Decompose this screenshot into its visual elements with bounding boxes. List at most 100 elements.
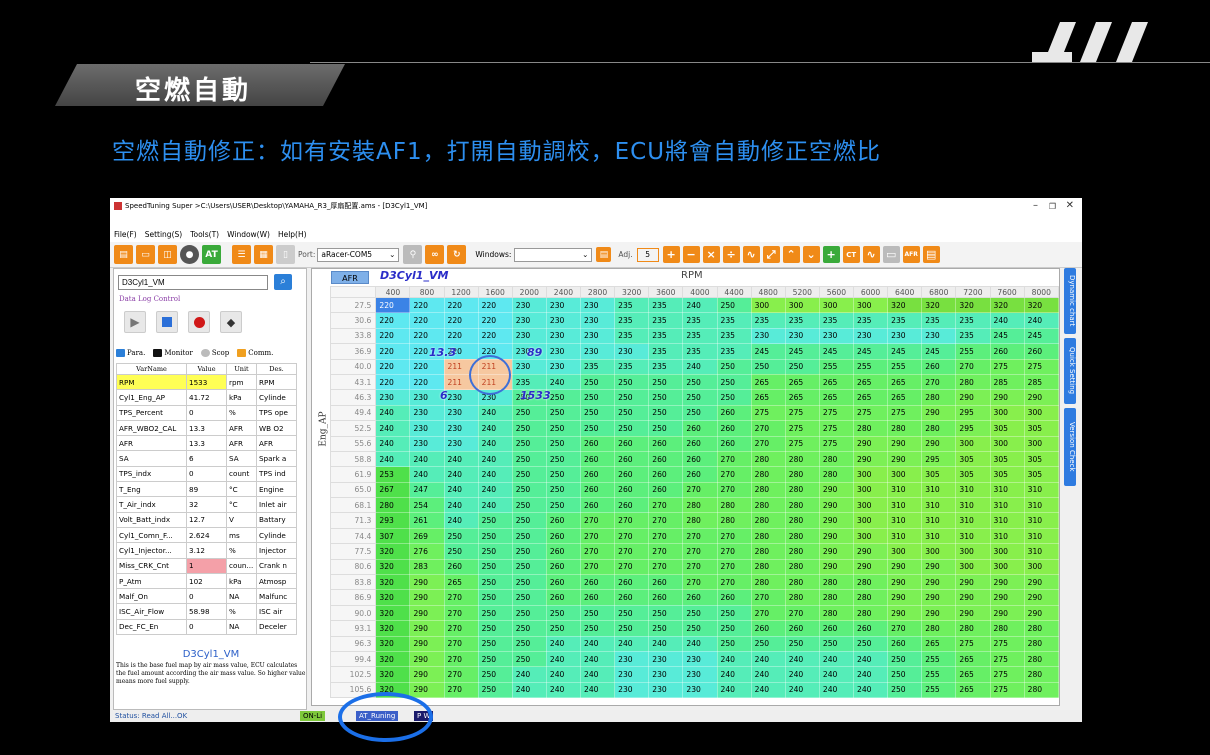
map-cell[interactable]: 310: [955, 512, 991, 529]
map-cell[interactable]: 275: [955, 636, 991, 652]
map-cell[interactable]: 270: [921, 374, 957, 391]
map-cell[interactable]: 310: [921, 497, 957, 514]
side-tab-dynamic-chart[interactable]: Dynamic chart: [1064, 268, 1076, 334]
map-cell[interactable]: 280: [1024, 620, 1059, 637]
map-cell[interactable]: 240: [717, 666, 752, 683]
map-cell[interactable]: 260: [1024, 343, 1059, 360]
map-cell[interactable]: 260: [648, 589, 684, 606]
map-cell[interactable]: 220: [444, 297, 479, 314]
map-cell[interactable]: 250: [614, 405, 650, 422]
col-desc[interactable]: Des.: [256, 363, 297, 375]
map-cell[interactable]: 250: [546, 436, 582, 452]
map-cell[interactable]: 310: [1024, 528, 1059, 545]
map-cell[interactable]: 235: [921, 312, 957, 329]
map-cell[interactable]: 250: [819, 636, 855, 652]
map-cell[interactable]: 245: [819, 343, 855, 360]
refresh-icon[interactable]: ↻: [447, 245, 467, 264]
map-cell[interactable]: 250: [546, 389, 582, 406]
map-cell[interactable]: 310: [955, 482, 991, 499]
list-icon[interactable]: ☰: [232, 245, 251, 264]
map-cell[interactable]: 290: [819, 559, 855, 576]
map-cell[interactable]: 230: [580, 297, 616, 314]
map-cell[interactable]: 235: [648, 297, 684, 314]
map-cell[interactable]: 310: [921, 482, 957, 499]
map-cell[interactable]: 250: [682, 605, 718, 622]
map-cell[interactable]: 250: [546, 605, 582, 622]
map-cell[interactable]: 260: [580, 482, 616, 499]
map-cell[interactable]: 320: [990, 297, 1025, 314]
map-cell[interactable]: 250: [580, 420, 616, 437]
map-cell[interactable]: 250: [751, 636, 786, 652]
record-button[interactable]: [188, 311, 210, 333]
map-cell[interactable]: 290: [853, 436, 889, 452]
map-cell[interactable]: 290: [921, 436, 957, 452]
map-cell[interactable]: 305: [955, 466, 991, 483]
map-cell[interactable]: 295: [955, 405, 991, 422]
map-cell[interactable]: 280: [682, 497, 718, 514]
map-cell[interactable]: 270: [580, 512, 616, 529]
map-cell[interactable]: 250: [478, 559, 513, 576]
map-cell[interactable]: 260: [580, 589, 616, 606]
map-cell[interactable]: 240: [819, 666, 855, 683]
map-cell[interactable]: 250: [478, 589, 513, 606]
play-button[interactable]: ▶: [124, 311, 146, 333]
map-cell[interactable]: 250: [614, 374, 650, 391]
map-cell[interactable]: 280: [819, 466, 855, 483]
map-cell[interactable]: 265: [751, 389, 786, 406]
map-cell[interactable]: 310: [955, 528, 991, 545]
map-cell[interactable]: 305: [955, 451, 991, 468]
map-cell[interactable]: 250: [512, 589, 547, 606]
map-cell[interactable]: 220: [409, 328, 445, 345]
map-cell[interactable]: 265: [819, 389, 855, 406]
map-cell[interactable]: 260: [580, 466, 616, 483]
map-cell[interactable]: 300: [853, 482, 889, 499]
map-cell[interactable]: 300: [887, 543, 923, 560]
map-cell[interactable]: 280: [785, 482, 820, 499]
map-cell[interactable]: 240: [614, 636, 650, 652]
map-cell[interactable]: 230: [546, 343, 582, 360]
map-cell[interactable]: 270: [751, 436, 786, 452]
map-cell[interactable]: 280: [717, 512, 752, 529]
map-cell[interactable]: 250: [546, 405, 582, 422]
map-cell[interactable]: 260: [580, 574, 616, 591]
map-cell[interactable]: 285: [1024, 374, 1059, 391]
map-cell[interactable]: 280: [853, 574, 889, 591]
map-cell[interactable]: 275: [853, 405, 889, 422]
map-cell[interactable]: 240: [751, 682, 786, 699]
map-cell[interactable]: 250: [512, 497, 547, 514]
map-cell[interactable]: 290: [853, 543, 889, 560]
map-cell[interactable]: 220: [375, 297, 411, 314]
map-cell[interactable]: 240: [409, 451, 445, 468]
map-cell[interactable]: 240: [444, 512, 479, 529]
map-cell[interactable]: 270: [751, 589, 786, 606]
interpolate-icon[interactable]: ⤢: [762, 246, 780, 263]
table-row[interactable]: T_Air_indx 32 °C Inlet air: [116, 496, 297, 513]
map-cell[interactable]: 270: [682, 574, 718, 591]
map-cell[interactable]: 240: [478, 497, 513, 514]
map-cell[interactable]: 280: [717, 497, 752, 514]
map-cell[interactable]: 235: [614, 312, 650, 329]
map-cell[interactable]: 250: [648, 405, 684, 422]
map-cell[interactable]: 255: [853, 359, 889, 375]
map-cell[interactable]: 250: [717, 374, 752, 391]
afr-tool-icon[interactable]: AFR: [902, 246, 920, 263]
map-cell[interactable]: 270: [444, 666, 479, 683]
map-cell[interactable]: 270: [682, 559, 718, 576]
map-cell[interactable]: 255: [921, 651, 957, 668]
map-cell[interactable]: 250: [478, 682, 513, 699]
map-cell[interactable]: 260: [717, 420, 752, 437]
map-cell[interactable]: 260: [648, 482, 684, 499]
map-cell[interactable]: 290: [955, 605, 991, 622]
map-cell[interactable]: 275: [819, 436, 855, 452]
map-cell[interactable]: 265: [819, 374, 855, 391]
map-cell[interactable]: 250: [512, 405, 547, 422]
map-cell[interactable]: 250: [512, 636, 547, 652]
map-cell[interactable]: 250: [444, 543, 479, 560]
map-cell[interactable]: 250: [512, 559, 547, 576]
map-cell[interactable]: 290: [819, 543, 855, 560]
map-cell[interactable]: 270: [648, 512, 684, 529]
map-cell[interactable]: 235: [682, 328, 718, 345]
map-cell[interactable]: 250: [580, 620, 616, 637]
map-cell[interactable]: 230: [648, 682, 684, 699]
map-cell[interactable]: 250: [580, 405, 616, 422]
